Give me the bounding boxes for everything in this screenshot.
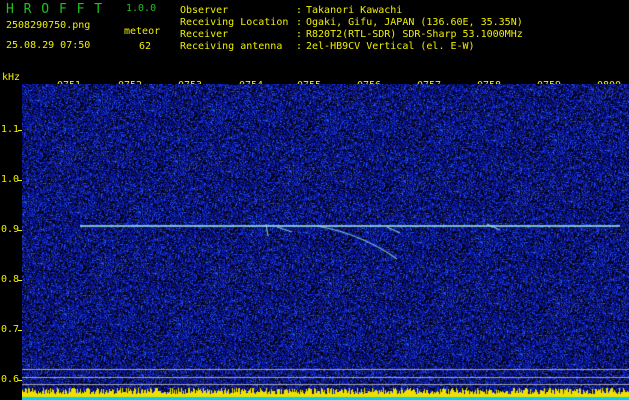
observer-value: Takanori Kawachi: [306, 5, 403, 16]
freq-tick-label: 0.9: [1, 224, 20, 235]
info-colon: :: [296, 29, 303, 40]
capture-time: 25.08.29 07:50: [6, 40, 91, 51]
file-name: 2508290750.png: [6, 20, 91, 31]
location-value: Ogaki, Gifu, JAPAN (136.60E, 35.35N): [306, 17, 523, 28]
info-colon: :: [296, 41, 303, 52]
frequency-axis: 1.1 1.0 0.9 0.8 0.7 0.6: [0, 84, 22, 400]
freq-tick-label: 0.7: [1, 324, 20, 335]
spectrogram-canvas: [22, 84, 629, 400]
info-header: H R O F F T 1.0.0 2508290750.png 25.08.2…: [0, 0, 629, 70]
freq-tick-label: 1.0: [1, 174, 20, 185]
freq-tick-label: 1.1: [1, 124, 20, 135]
location-label: Receiving Location: [180, 17, 289, 28]
antenna-value: 2el-HB9CV Vertical (el. E-W): [306, 41, 475, 52]
mode-label: meteor: [124, 26, 161, 37]
unit-label: kHz: [2, 72, 21, 83]
receiver-label: Receiver: [180, 29, 229, 40]
app-title: H R O F F T: [6, 2, 104, 17]
app-version: 1.0.0: [126, 3, 157, 14]
info-colon: :: [296, 17, 303, 28]
meteor-count: 62: [139, 41, 152, 52]
freq-tick-label: 0.6: [1, 374, 20, 385]
time-axis: kHz 0751 0752 0753 0754 0755 0756 0757 0…: [0, 70, 629, 91]
info-colon: :: [296, 5, 303, 16]
freq-tick-label: 0.8: [1, 274, 20, 285]
receiver-value: R820T2(RTL-SDR) SDR-Sharp 53.1000MHz: [306, 29, 523, 40]
observer-label: Observer: [180, 5, 229, 16]
antenna-label: Receiving antenna: [180, 41, 283, 52]
